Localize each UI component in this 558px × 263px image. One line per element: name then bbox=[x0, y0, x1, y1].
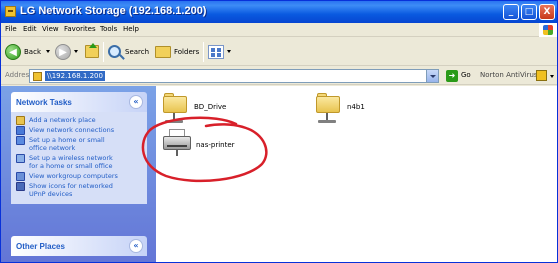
file-name: BD_Drive bbox=[194, 103, 227, 111]
search-icon[interactable] bbox=[108, 45, 121, 58]
shared-folder-icon bbox=[316, 92, 342, 123]
file-name: nas-printer bbox=[196, 141, 235, 149]
shared-folder-icon bbox=[163, 92, 189, 123]
back-history-arrow-icon[interactable] bbox=[46, 50, 50, 53]
menu-view[interactable]: View bbox=[42, 25, 59, 33]
task-label-line2: UPnP devices bbox=[29, 190, 73, 198]
toolbar-separator bbox=[203, 42, 204, 62]
task-show-upnp-devices[interactable]: Show icons for networked UPnP devices bbox=[15, 182, 143, 198]
folder-content: BD_Drive n4b1 nas-printer bbox=[156, 86, 557, 262]
network-tasks-header[interactable]: Network Tasks « bbox=[11, 92, 147, 112]
window-title: LG Network Storage (192.168.1.200) bbox=[20, 5, 207, 17]
up-folder-icon[interactable] bbox=[85, 43, 99, 58]
go-button[interactable]: Go bbox=[461, 71, 471, 79]
task-add-network-place[interactable]: Add a network place bbox=[15, 116, 143, 125]
other-places-header[interactable]: Other Places « bbox=[11, 236, 147, 256]
menu-edit[interactable]: Edit bbox=[23, 25, 37, 33]
network-tasks-panel: Network Tasks « Add a network place View… bbox=[11, 92, 147, 204]
norton-antivirus-label[interactable]: Norton AntiVirus bbox=[480, 71, 538, 79]
maximize-button[interactable]: □ bbox=[521, 4, 537, 20]
task-label-line1: Set up a home or small bbox=[29, 136, 105, 144]
task-pane: Network Tasks « Add a network place View… bbox=[1, 86, 156, 262]
menu-file[interactable]: File bbox=[5, 25, 17, 33]
add-network-place-icon bbox=[16, 116, 25, 125]
task-view-workgroup-computers[interactable]: View workgroup computers bbox=[15, 172, 143, 181]
folders-button[interactable]: Folders bbox=[174, 48, 199, 56]
address-value[interactable]: \\192.168.1.200 bbox=[45, 71, 105, 81]
explorer-window: LG Network Storage (192.168.1.200) _ □ X… bbox=[0, 0, 558, 263]
norton-dropdown-arrow-icon[interactable] bbox=[550, 75, 554, 78]
window-controls: _ □ X bbox=[503, 4, 555, 20]
upnp-devices-icon bbox=[16, 182, 25, 191]
task-label-line2: for a home or small office bbox=[29, 162, 113, 170]
task-label: View network connections bbox=[29, 126, 115, 134]
network-share-icon bbox=[33, 72, 42, 81]
workgroup-computers-icon bbox=[16, 172, 25, 181]
network-tasks-title: Network Tasks bbox=[16, 98, 72, 107]
file-item-n4b1[interactable]: n4b1 bbox=[316, 92, 396, 126]
task-label: View workgroup computers bbox=[29, 172, 118, 180]
menu-bar: File Edit View Favorites Tools Help bbox=[1, 23, 557, 37]
go-arrow-icon[interactable]: ➜ bbox=[446, 70, 458, 82]
address-bar: Address \\192.168.1.200 ➜ Go Norton Anti… bbox=[1, 67, 557, 85]
close-button[interactable]: X bbox=[539, 4, 555, 20]
home-network-icon bbox=[16, 136, 25, 145]
task-label: Add a network place bbox=[29, 116, 96, 124]
network-drive-icon bbox=[5, 6, 16, 17]
menu-favorites[interactable]: Favorites bbox=[64, 25, 96, 33]
menu-tools[interactable]: Tools bbox=[100, 25, 117, 33]
address-dropdown-button[interactable] bbox=[426, 70, 438, 82]
menu-help[interactable]: Help bbox=[123, 25, 139, 33]
network-connections-icon bbox=[16, 126, 25, 135]
task-setup-home-network[interactable]: Set up a home or small office network bbox=[15, 136, 143, 152]
back-button[interactable]: Back bbox=[24, 48, 41, 56]
windows-logo bbox=[539, 23, 557, 37]
task-label-line1: Set up a wireless network bbox=[29, 154, 113, 162]
task-setup-wireless-network[interactable]: Set up a wireless network for a home or … bbox=[15, 154, 143, 170]
toolbar-separator bbox=[103, 42, 104, 62]
forward-arrow-icon[interactable]: ▶ bbox=[55, 44, 71, 60]
other-places-title: Other Places bbox=[16, 242, 65, 251]
address-input[interactable]: \\192.168.1.200 bbox=[29, 69, 439, 83]
file-item-nas-printer[interactable]: nas-printer bbox=[163, 128, 253, 162]
windows-flag-icon bbox=[543, 25, 553, 35]
task-label-line2: office network bbox=[29, 144, 76, 152]
file-item-bd-drive[interactable]: BD_Drive bbox=[163, 92, 243, 126]
wireless-network-icon bbox=[16, 154, 25, 163]
back-arrow-icon[interactable]: ◀ bbox=[5, 44, 21, 60]
file-name: n4b1 bbox=[347, 103, 365, 111]
norton-antivirus-icon[interactable] bbox=[536, 70, 547, 81]
other-places-panel: Other Places « bbox=[11, 236, 147, 256]
collapse-chevron-icon[interactable]: « bbox=[129, 239, 143, 253]
folders-icon[interactable] bbox=[155, 46, 171, 58]
toolbar: ◀ Back ▶ Search Folders bbox=[1, 38, 557, 66]
network-tasks-list: Add a network place View network connect… bbox=[11, 112, 147, 204]
forward-history-arrow-icon[interactable] bbox=[74, 50, 78, 53]
network-printer-icon bbox=[163, 128, 193, 156]
views-dropdown-arrow-icon[interactable] bbox=[227, 50, 231, 53]
task-view-network-connections[interactable]: View network connections bbox=[15, 126, 143, 135]
minimize-button[interactable]: _ bbox=[503, 4, 519, 20]
search-button[interactable]: Search bbox=[125, 48, 149, 56]
title-bar[interactable]: LG Network Storage (192.168.1.200) _ □ X bbox=[1, 1, 557, 23]
collapse-chevron-icon[interactable]: « bbox=[129, 95, 143, 109]
views-icon[interactable] bbox=[208, 45, 224, 59]
task-label-line1: Show icons for networked bbox=[29, 182, 113, 190]
